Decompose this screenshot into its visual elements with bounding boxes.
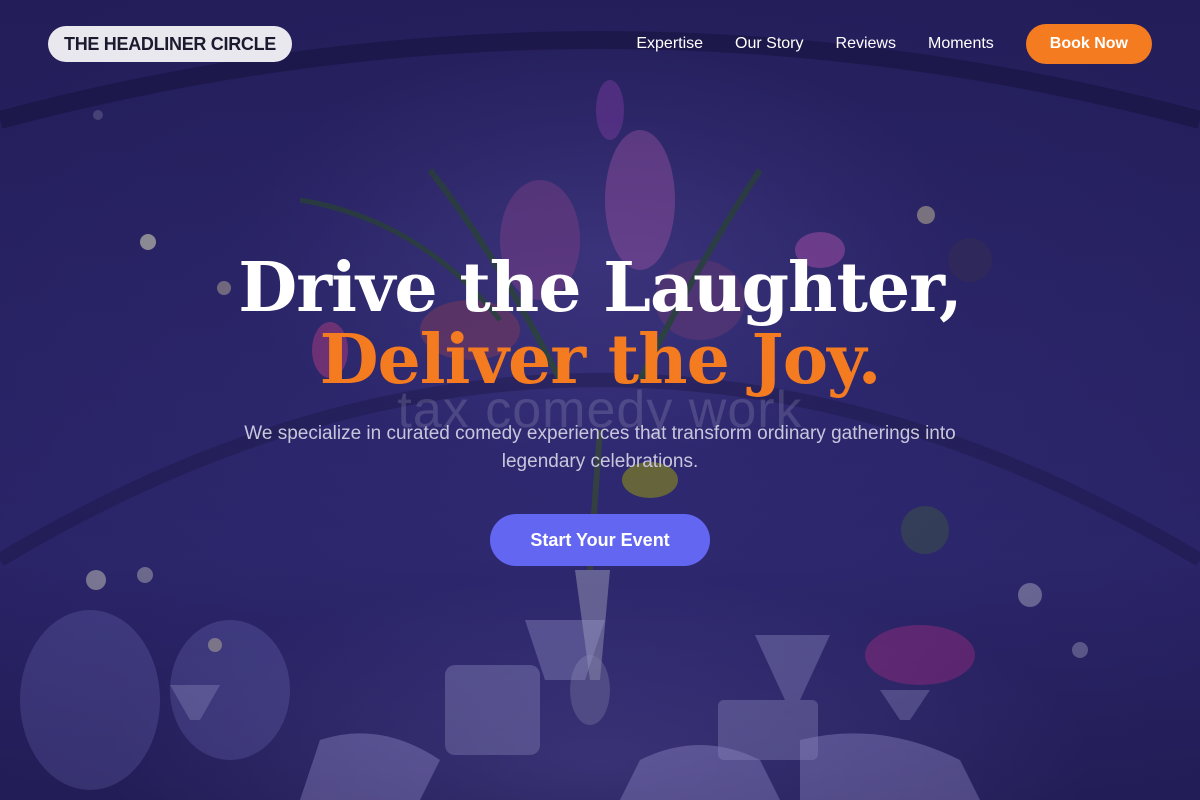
start-event-button[interactable]: Start Your Event xyxy=(490,514,710,566)
nav-link-reviews[interactable]: Reviews xyxy=(836,35,896,53)
nav-link-moments[interactable]: Moments xyxy=(928,35,994,53)
navbar: THE HEADLINER CIRCLE Expertise Our Story… xyxy=(48,24,1152,64)
nav-link-expertise[interactable]: Expertise xyxy=(636,35,703,53)
hero-headline: Drive the Laughter, Deliver the Joy. xyxy=(0,252,1200,396)
nav-link-our-story[interactable]: Our Story xyxy=(735,35,803,53)
book-now-button[interactable]: Book Now xyxy=(1025,24,1152,64)
headline-line-1: Drive the Laughter, xyxy=(238,248,962,328)
hero-subtitle: We specialize in curated comedy experien… xyxy=(244,423,956,472)
nav-links: Expertise Our Story Reviews Moments Book… xyxy=(604,24,1152,64)
brand-logo[interactable]: THE HEADLINER CIRCLE xyxy=(48,26,293,62)
headline-line-2: Deliver the Joy. xyxy=(319,320,882,400)
hero-content: Drive the Laughter, Deliver the Joy. tax… xyxy=(0,252,1200,566)
